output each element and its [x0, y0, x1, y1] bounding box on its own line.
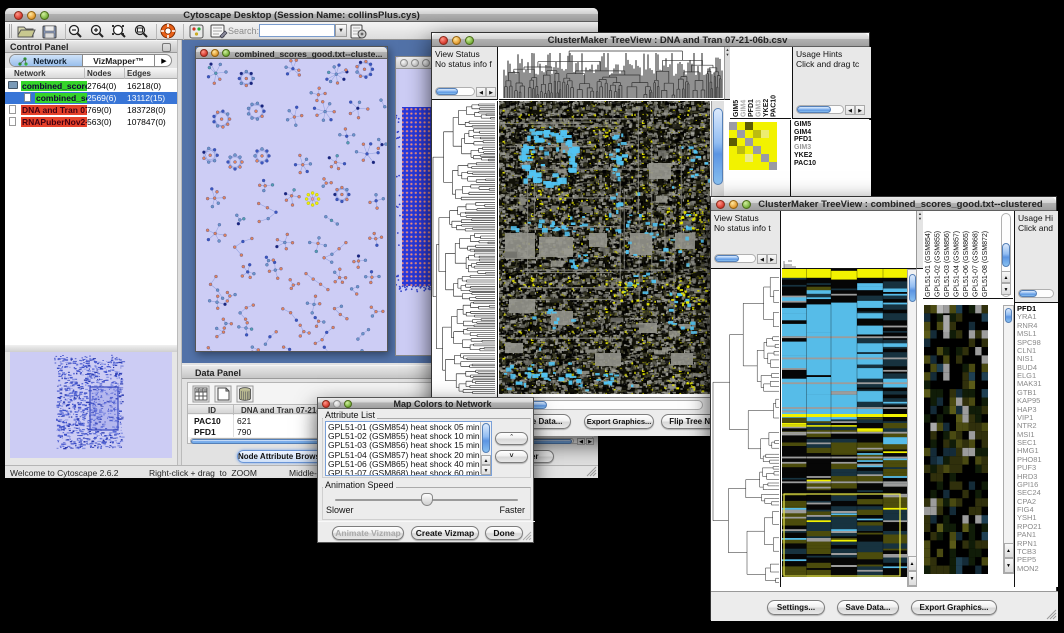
svg-text:GPL51-06 (GSM865): GPL51-06 (GSM865): [963, 231, 970, 297]
svg-text:PFD1: PFD1: [748, 99, 755, 117]
svg-text:GPL51-08 (GSM872): GPL51-08 (GSM872): [982, 231, 989, 297]
svg-text:YKE2: YKE2: [763, 99, 770, 117]
svg-text:PAC10: PAC10: [771, 95, 778, 117]
svg-text:GPL51-02 (GSM855): GPL51-02 (GSM855): [935, 231, 942, 297]
svg-text:GIM3: GIM3: [756, 100, 763, 117]
svg-text:GPL51-03 (GSM856): GPL51-03 (GSM856): [944, 231, 951, 297]
svg-text:GPL51-07 (GSM868): GPL51-07 (GSM868): [973, 231, 980, 297]
svg-text:GPL51-01 (GSM854): GPL51-01 (GSM854): [925, 231, 932, 297]
svg-text:GPL51-04 (GSM857): GPL51-04 (GSM857): [954, 231, 961, 297]
svg-text:GIM5: GIM5: [733, 100, 740, 117]
svg-text:GIM4: GIM4: [741, 100, 748, 117]
